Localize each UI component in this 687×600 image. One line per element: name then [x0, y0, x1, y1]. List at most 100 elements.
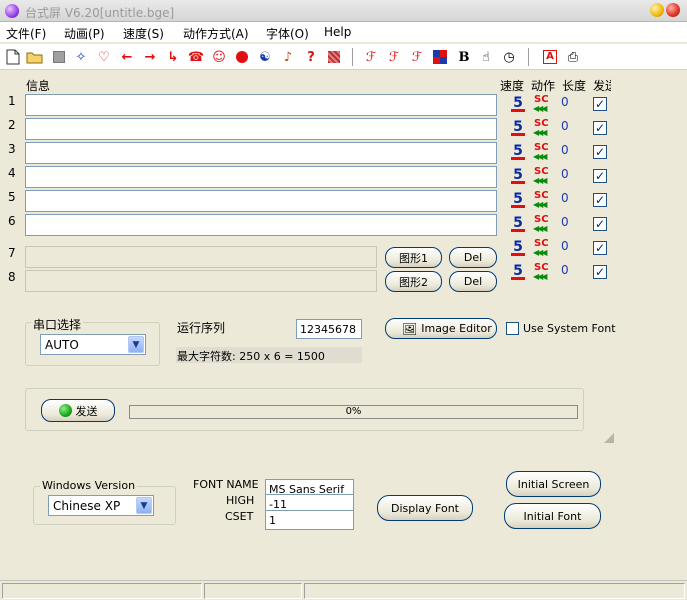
chevron-down-icon[interactable]: ▼ — [128, 336, 144, 353]
step-arrow-icon[interactable]: ↳ — [164, 48, 182, 66]
hand-arrow-icon[interactable]: ☝ — [477, 48, 495, 66]
display-font-button[interactable]: Display Font — [377, 495, 473, 521]
font-f2-icon[interactable]: ℱ — [385, 48, 403, 66]
menu-font[interactable]: 字体(O) — [266, 25, 309, 42]
speed-icon[interactable]: 5 — [511, 240, 525, 256]
use-system-font-label: Use System Font — [523, 322, 616, 335]
row-number: 8 — [8, 270, 16, 284]
del-button[interactable]: Del — [449, 271, 497, 292]
initial-screen-button[interactable]: Initial Screen — [506, 471, 601, 497]
message-input-1[interactable] — [25, 94, 497, 116]
menu-file[interactable]: 文件(F) — [6, 25, 46, 42]
menu-animation[interactable]: 动画(P) — [64, 25, 105, 42]
speed-icon[interactable]: 5 — [511, 168, 525, 184]
send-checkbox[interactable]: ✓ — [593, 265, 607, 279]
minimize-button[interactable] — [650, 3, 664, 17]
resize-grip-icon[interactable] — [604, 433, 614, 443]
serial-port-value: AUTO — [45, 338, 79, 352]
color-grid-icon[interactable] — [431, 48, 449, 66]
heart-icon[interactable]: ♡ — [95, 48, 113, 66]
send-checkbox[interactable]: ✓ — [593, 193, 607, 207]
clock-icon[interactable]: ◷ — [500, 48, 518, 66]
action-icon[interactable]: SC ◀◀◀ — [533, 238, 551, 257]
text-a-icon[interactable]: A — [541, 48, 559, 66]
record-dot-icon[interactable] — [233, 48, 251, 66]
phone-icon[interactable]: ☎ — [187, 48, 205, 66]
sparkle-icon[interactable]: ✧ — [72, 48, 90, 66]
message-input-6[interactable] — [25, 214, 497, 236]
action-icon[interactable]: SC ◀◀◀ — [533, 118, 551, 137]
image-editor-label: Image Editor — [421, 322, 492, 335]
row-number: 3 — [8, 142, 16, 156]
printer-icon[interactable]: ⎙ — [564, 48, 582, 66]
action-icon[interactable]: SC ◀◀◀ — [533, 166, 551, 185]
graphic-1-button[interactable]: 图形1 — [385, 247, 442, 268]
action-icon[interactable]: SC ◀◀◀ — [533, 190, 551, 209]
menu-speed[interactable]: 速度(S) — [123, 25, 164, 42]
length-value: 0 — [561, 191, 569, 205]
status-pane — [204, 583, 302, 599]
menu-help[interactable]: Help — [324, 25, 351, 39]
open-folder-icon[interactable] — [26, 48, 44, 66]
header-action: 动作 — [531, 79, 556, 93]
progress-text: 0% — [345, 406, 362, 417]
message-input-2[interactable] — [25, 118, 497, 140]
send-button[interactable]: 发送 — [41, 399, 115, 422]
speed-icon[interactable]: 5 — [511, 192, 525, 208]
speed-icon[interactable]: 5 — [511, 120, 525, 136]
arrow-right-icon[interactable]: → — [141, 48, 159, 66]
initial-font-button[interactable]: Initial Font — [504, 503, 601, 529]
action-icon[interactable]: SC ◀◀◀ — [533, 262, 551, 281]
music-note-icon[interactable]: ♪ — [279, 48, 297, 66]
length-value: 0 — [561, 215, 569, 229]
action-icon[interactable]: SC ◀◀◀ — [533, 142, 551, 161]
graphic-2-button[interactable]: 图形2 — [385, 271, 442, 292]
font-cset-field[interactable] — [265, 510, 354, 530]
menu-bar: 文件(F) 动画(P) 速度(S) 动作方式(A) 字体(O) Help — [0, 22, 687, 42]
bold-icon[interactable]: B — [455, 48, 473, 66]
pattern-icon[interactable] — [325, 48, 343, 66]
question-icon[interactable]: ? — [302, 48, 320, 66]
del-button[interactable]: Del — [449, 247, 497, 268]
smiley-icon[interactable]: ☺ — [210, 48, 228, 66]
font-high-label: HIGH — [226, 494, 255, 507]
menu-action-mode[interactable]: 动作方式(A) — [183, 25, 249, 42]
message-input-4[interactable] — [25, 166, 497, 188]
chevron-down-icon[interactable]: ▼ — [136, 497, 152, 514]
message-input-8 — [25, 270, 377, 292]
speed-icon[interactable]: 5 — [511, 96, 525, 112]
serial-port-select[interactable]: AUTO ▼ — [40, 334, 146, 355]
windows-version-value: Chinese XP — [53, 499, 121, 513]
serial-port-title: 串口选择 — [31, 316, 84, 333]
send-checkbox[interactable]: ✓ — [593, 217, 607, 231]
speed-icon[interactable]: 5 — [511, 216, 525, 232]
send-checkbox[interactable]: ✓ — [593, 169, 607, 183]
message-input-5[interactable] — [25, 190, 497, 212]
action-icon[interactable]: SC ◀◀◀ — [533, 94, 551, 113]
send-checkbox[interactable]: ✓ — [593, 241, 607, 255]
new-file-icon[interactable] — [4, 48, 22, 66]
message-input-3[interactable] — [25, 142, 497, 164]
sequence-input[interactable] — [296, 319, 362, 339]
close-button[interactable] — [666, 3, 680, 17]
action-icon[interactable]: SC ◀◀◀ — [533, 214, 551, 233]
yin-yang-icon[interactable]: ☯ — [256, 48, 274, 66]
sequence-label: 运行序列 — [177, 321, 226, 335]
send-checkbox[interactable]: ✓ — [593, 97, 607, 111]
use-system-font-checkbox[interactable] — [506, 322, 519, 335]
font-f-icon[interactable]: ℱ — [362, 48, 380, 66]
arrows-left-icon: ◀◀◀ — [533, 152, 548, 161]
send-checkbox[interactable]: ✓ — [593, 145, 607, 159]
status-pane — [2, 583, 202, 599]
windows-version-select[interactable]: Chinese XP ▼ — [48, 495, 154, 516]
send-status-icon — [58, 404, 72, 417]
arrow-left-icon[interactable]: ← — [118, 48, 136, 66]
row-number: 4 — [8, 166, 16, 180]
send-checkbox[interactable]: ✓ — [593, 121, 607, 135]
app-icon — [5, 4, 19, 18]
speed-icon[interactable]: 5 — [511, 264, 525, 280]
speed-icon[interactable]: 5 — [511, 144, 525, 160]
stop-square-icon[interactable] — [50, 48, 68, 66]
font-f3-icon[interactable]: ℱ — [408, 48, 426, 66]
image-editor-button[interactable]: 🖼 Image Editor — [385, 318, 497, 339]
